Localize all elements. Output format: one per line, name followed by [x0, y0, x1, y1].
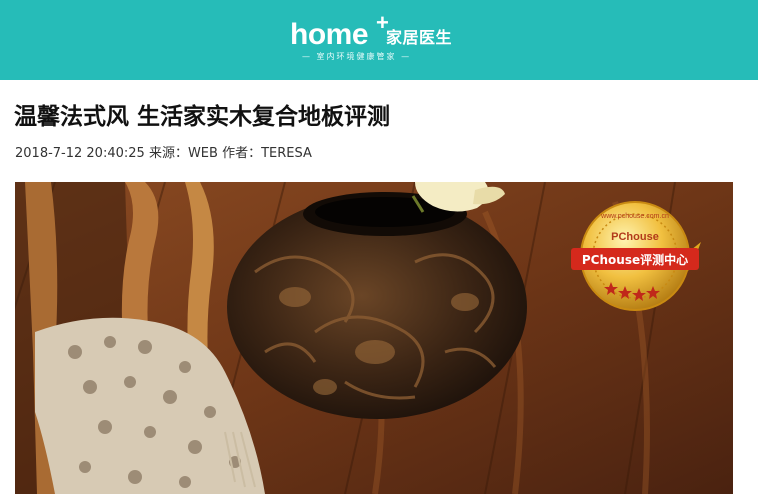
article-meta: 2018-7-12 20:40:25 来源：WEB 作者：TERESA [15, 145, 312, 163]
site-logo[interactable]: home + 家居医生 — 室内环境健康管家 — [290, 12, 470, 66]
badge-label: PChouse评测中心 [582, 252, 688, 267]
logo-slogan: — 室内环境健康管家 — [302, 52, 412, 61]
article-author: 作者：TERESA [222, 146, 312, 161]
article-title: 温馨法式风 生活家实木复合地板评测 [14, 104, 391, 130]
site-header: home + 家居医生 — 室内环境健康管家 — [0, 0, 758, 80]
logo-word: home [290, 18, 369, 51]
floor-vase-photo: PChouse www.pchouse.com.cn PChouse评测中心 [15, 182, 733, 494]
article-hero-image: PChouse www.pchouse.com.cn PChouse评测中心 [15, 182, 733, 494]
badge-brand: PChouse [611, 231, 659, 243]
badge-url: www.pchouse.com.cn [600, 213, 669, 220]
article-source: 来源：WEB [148, 146, 223, 161]
publish-date: 2018-7-12 20:40:25 [15, 146, 149, 161]
logo-chinese-name: 家居医生 [386, 28, 453, 47]
